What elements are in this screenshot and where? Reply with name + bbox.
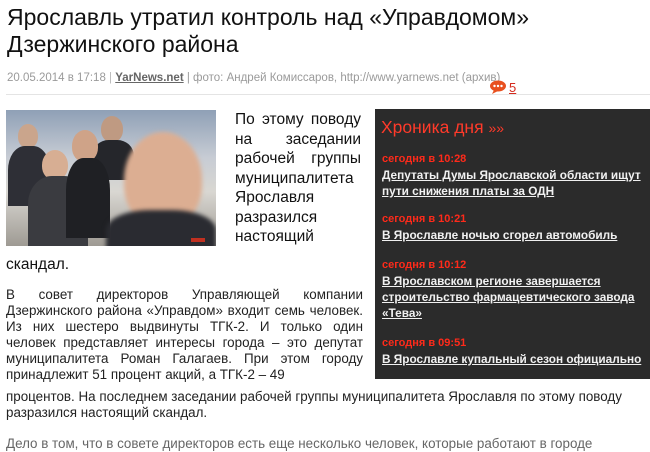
photo-person [66, 158, 110, 238]
comments-count[interactable]: 5 [509, 80, 516, 95]
chronicle-item-time: сегодня в 10:21 [382, 213, 467, 225]
chronicle-item-time: сегодня в 10:12 [382, 259, 467, 271]
chronicle-item: сегодня в 10:21 В Ярославле ночью сгорел… [382, 213, 644, 243]
chronicle-item: сегодня в 10:12 В Ярославском регионе за… [382, 259, 644, 321]
chronicle-item-link[interactable]: В Ярославле ночью сгорел автомобиль [382, 227, 644, 243]
article-paragraph: Дело в том, что в совете директоров есть… [6, 436, 593, 451]
news-chronicle-sidebar: Хроника дня »» сегодня в 10:28 Депутаты … [375, 109, 650, 379]
article-title: Ярославль утратил контроль над «Управдом… [7, 4, 530, 57]
photo-person [101, 116, 123, 142]
photo-person [18, 124, 38, 148]
chronicle-item: сегодня в 10:28 Депутаты Думы Ярославско… [382, 153, 644, 199]
chronicle-title[interactable]: Хроника дня »» [381, 117, 504, 138]
photo-detail [191, 238, 205, 242]
chronicle-item-time: сегодня в 10:28 [382, 153, 467, 165]
article-lead: По этому поводу на заседании рабочей гру… [235, 111, 361, 245]
chronicle-item: сегодня в 09:51 В Ярославле купальный се… [382, 337, 644, 367]
chronicle-item-link[interactable]: В Ярославле купальный сезон официально [382, 351, 644, 367]
chronicle-item-link[interactable]: В Ярославском регионе завершается строит… [382, 273, 644, 321]
article-line: разразился настоящий скандал. [6, 405, 208, 420]
article-meta: 20.05.2014 в 17:18 | YarNews.net | фото:… [7, 72, 500, 84]
header-divider [6, 94, 650, 95]
photo-credit: | фото: Андрей Комиссаров, http://www.ya… [186, 72, 501, 84]
article-lead-end: скандал. [6, 256, 70, 273]
article-paragraph-tail: процентов. На последнем заседании рабоче… [6, 389, 650, 421]
meta-separator: | [109, 72, 113, 84]
article-photo[interactable] [6, 110, 216, 246]
chronicle-title-text[interactable]: Хроника дня [381, 117, 484, 137]
article-paragraph: В совет директоров Управляющей компании … [6, 287, 363, 382]
double-chevron-icon[interactable]: »» [488, 120, 504, 136]
chronicle-item-link[interactable]: Депутаты Думы Ярославской области ищут п… [382, 167, 644, 199]
article-line: процентов. На последнем заседании рабоче… [6, 389, 622, 404]
source-link[interactable]: YarNews.net [115, 72, 183, 84]
chronicle-item-time: сегодня в 09:51 [382, 337, 467, 349]
article-date: 20.05.2014 в 17:18 [7, 72, 106, 84]
